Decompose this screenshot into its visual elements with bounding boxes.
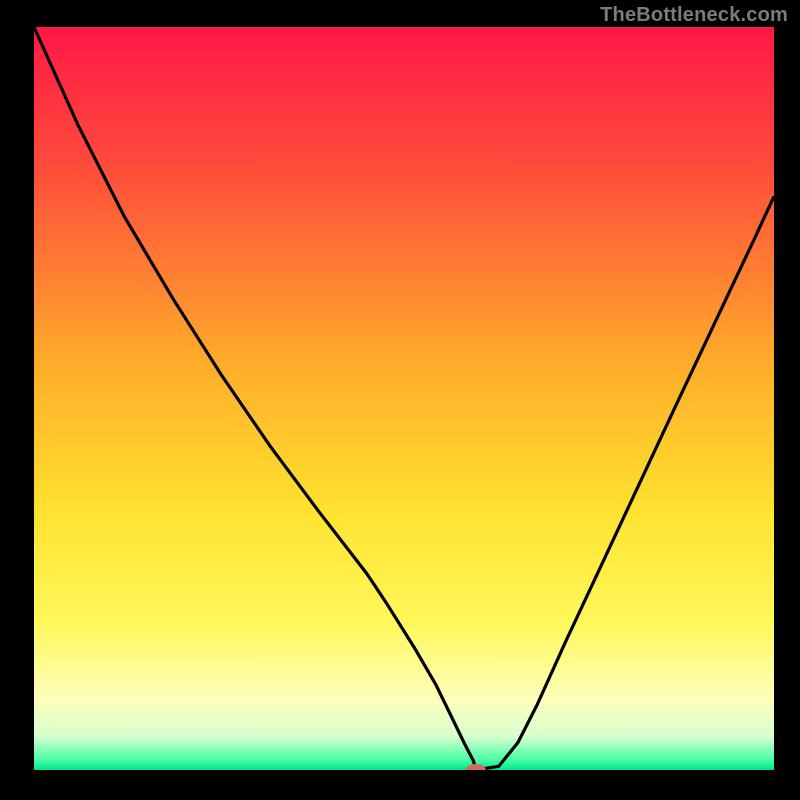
- bottleneck-chart: [0, 0, 800, 800]
- chart-frame: { "watermark": "TheBottleneck.com", "cha…: [0, 0, 800, 800]
- optimal-marker: [466, 764, 486, 776]
- plot-background: [34, 27, 774, 770]
- watermark-text: TheBottleneck.com: [600, 4, 788, 27]
